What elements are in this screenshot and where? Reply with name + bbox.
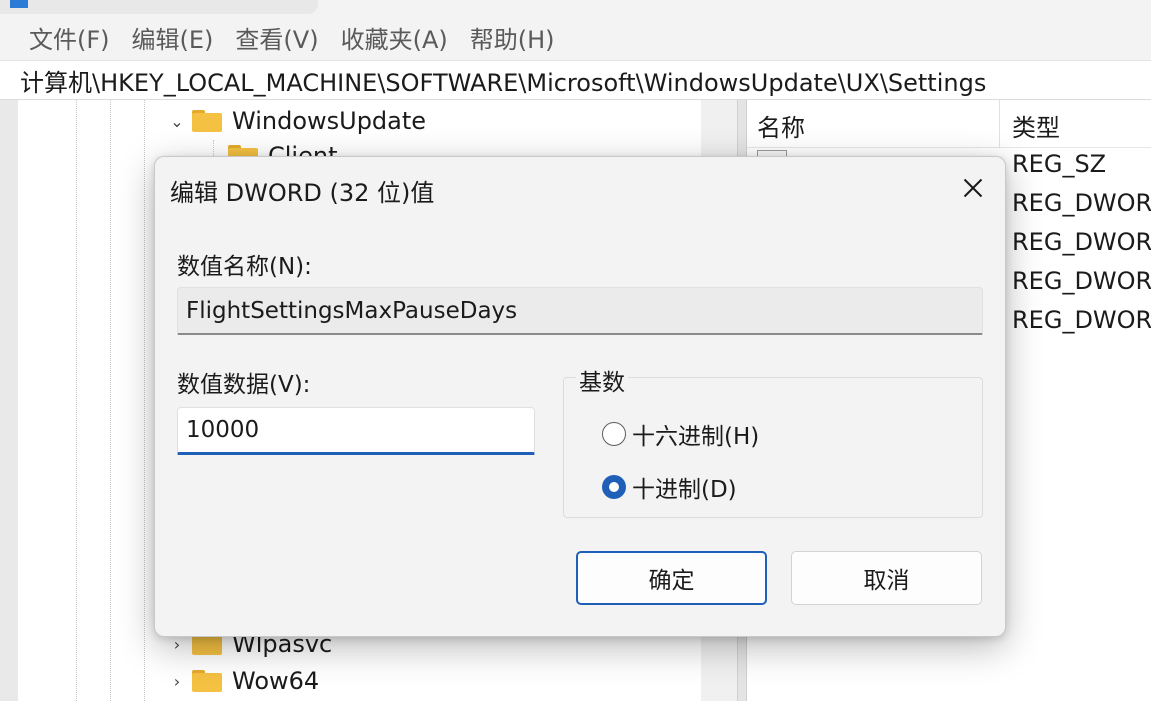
menu-help[interactable]: 帮助(H) xyxy=(459,20,566,55)
value-name-label: 数值名称(N): xyxy=(177,254,312,280)
tree-item-label: WindowsUpdate xyxy=(232,107,427,135)
ok-button[interactable]: 确定 xyxy=(576,551,767,605)
tree-item-label: Wow64 xyxy=(232,667,320,695)
value-type[interactable]: REG_DWOR xyxy=(1012,306,1151,334)
close-button[interactable] xyxy=(947,167,999,209)
value-type[interactable]: REG_SZ xyxy=(1012,150,1106,178)
radio-hex-label[interactable]: 十六进制(H) xyxy=(632,417,759,451)
list-header: 名称 类型 xyxy=(747,100,1151,148)
column-divider[interactable] xyxy=(999,100,1000,148)
menu-file[interactable]: 文件(F) xyxy=(18,20,121,55)
close-icon xyxy=(963,178,983,198)
menu-view[interactable]: 查看(V) xyxy=(224,20,329,55)
value-type[interactable]: REG_DWOR xyxy=(1012,267,1151,295)
value-data-label: 数值数据(V): xyxy=(177,372,311,398)
regedit-icon xyxy=(10,0,28,8)
tree-guide-line xyxy=(76,100,77,701)
value-data-input[interactable] xyxy=(177,407,535,455)
title-bar xyxy=(0,0,1151,14)
value-type[interactable]: REG_DWOR xyxy=(1012,228,1151,256)
column-header-type[interactable]: 类型 xyxy=(1012,108,1060,143)
chevron-down-icon[interactable]: ⌄ xyxy=(166,112,188,131)
title-tab xyxy=(0,0,318,14)
dialog-title: 编辑 DWORD (32 位)值 xyxy=(170,179,435,207)
value-type[interactable]: REG_DWOR xyxy=(1012,189,1151,217)
edit-dword-dialog: 编辑 DWORD (32 位)值 数值名称(N): 数值数据(V): 基数 十六… xyxy=(154,156,1006,637)
radio-dec-label[interactable]: 十进制(D) xyxy=(632,470,737,504)
menu-edit[interactable]: 编辑(E) xyxy=(121,20,225,55)
tree-guide-line xyxy=(110,100,111,701)
chevron-right-icon[interactable]: › xyxy=(166,635,188,654)
address-bar[interactable]: 计算机\HKEY_LOCAL_MACHINE\SOFTWARE\Microsof… xyxy=(0,60,1151,100)
folder-icon xyxy=(192,110,222,132)
folder-icon xyxy=(192,670,222,692)
tree-item-windowsupdate[interactable]: ⌄ WindowsUpdate xyxy=(166,103,426,139)
menu-bar: 文件(F) 编辑(E) 查看(V) 收藏夹(A) 帮助(H) xyxy=(0,14,1151,60)
radio-decimal[interactable]: 十进制(D) xyxy=(602,470,737,504)
menu-favorites[interactable]: 收藏夹(A) xyxy=(330,20,459,55)
column-header-name[interactable]: 名称 xyxy=(757,108,805,143)
radio-unchecked-icon[interactable] xyxy=(602,422,626,446)
registry-editor-window: 文件(F) 编辑(E) 查看(V) 收藏夹(A) 帮助(H) 计算机\HKEY_… xyxy=(0,0,1151,701)
radio-hexadecimal[interactable]: 十六进制(H) xyxy=(602,417,759,451)
tree-guide-line xyxy=(144,100,145,701)
tree-item-wow64[interactable]: › Wow64 xyxy=(166,663,319,699)
left-edge xyxy=(0,100,18,701)
base-group-title: 基数 xyxy=(576,363,628,397)
value-name-field[interactable] xyxy=(177,287,983,335)
address-path: 计算机\HKEY_LOCAL_MACHINE\SOFTWARE\Microsof… xyxy=(20,68,987,97)
chevron-right-icon[interactable]: › xyxy=(166,672,188,691)
radio-checked-icon[interactable] xyxy=(602,475,626,499)
cancel-button[interactable]: 取消 xyxy=(791,551,982,605)
